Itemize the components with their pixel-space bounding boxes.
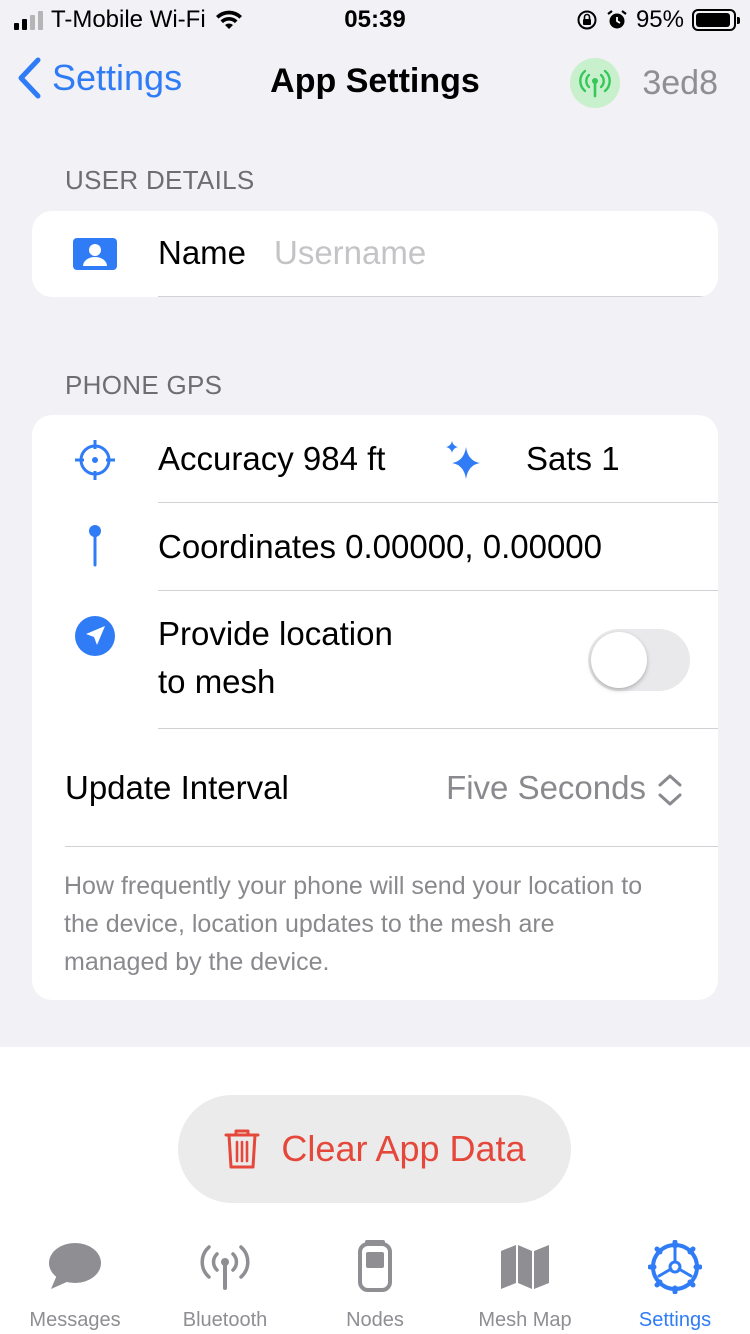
alarm-icon xyxy=(607,10,627,29)
tab-bluetooth[interactable]: Bluetooth xyxy=(150,1237,300,1334)
tab-label: Mesh Map xyxy=(478,1309,572,1331)
node-id: 3ed8 xyxy=(642,63,718,102)
gear-icon xyxy=(645,1237,705,1297)
battery-percent: 95% xyxy=(635,6,684,33)
chevron-up-down-icon xyxy=(658,774,682,806)
coordinates-label: Coordinates 0.00000, 0.00000 xyxy=(158,528,603,565)
map-pin-icon xyxy=(72,523,118,569)
trash-icon xyxy=(224,1129,260,1169)
provide-location-row: Provide location to mesh xyxy=(32,591,718,728)
status-bar: T-Mobile Wi-Fi 05:39 95% xyxy=(0,0,750,40)
tab-label: Messages xyxy=(29,1309,121,1331)
sparkles-icon xyxy=(446,441,480,479)
user-details-card: Name xyxy=(32,211,718,297)
tab-settings[interactable]: Settings xyxy=(600,1237,750,1334)
clear-app-data-button[interactable]: Clear App Data xyxy=(178,1095,571,1203)
provide-location-toggle[interactable] xyxy=(588,629,690,691)
crosshair-icon xyxy=(72,437,118,483)
update-interval-value: Five Seconds xyxy=(446,769,646,806)
phone-gps-card: Accuracy 984 ft Sats 1 Coordinates 0.000… xyxy=(32,415,718,1000)
rotation-lock-icon xyxy=(577,10,597,30)
navigation-bar: Settings App Settings 3ed8 xyxy=(0,50,750,120)
update-interval-note: How frequently your phone will send your… xyxy=(64,872,643,976)
name-row: Name xyxy=(32,211,718,297)
coordinates-row: Coordinates 0.00000, 0.00000 xyxy=(32,503,718,591)
battery-icon xyxy=(692,9,740,31)
location-arrow-icon xyxy=(72,613,118,659)
message-bubble-icon xyxy=(45,1237,105,1297)
accuracy-row: Accuracy 984 ft Sats 1 xyxy=(32,415,718,503)
node-status[interactable]: 3ed8 xyxy=(570,58,718,108)
tab-bar: Messages Bluetooth Nodes Mesh Map Settin… xyxy=(0,1237,750,1334)
provide-location-label-line1: Provide location xyxy=(158,615,393,652)
antenna-icon xyxy=(195,1237,255,1297)
connection-badge xyxy=(570,58,621,108)
clear-app-data-label: Clear App Data xyxy=(281,1128,526,1169)
tab-messages[interactable]: Messages xyxy=(0,1237,150,1334)
name-label: Name xyxy=(158,234,247,271)
phone-gps-header: PHONE GPS xyxy=(65,370,223,400)
provide-location-label-line2: to mesh xyxy=(158,663,276,700)
tab-label: Bluetooth xyxy=(182,1309,268,1331)
tab-label: Settings xyxy=(638,1309,712,1331)
status-right: 95% xyxy=(576,6,740,34)
bottom-area: Clear App Data Messages Bluetooth Nodes … xyxy=(0,1047,750,1334)
person-card-icon xyxy=(72,231,118,277)
map-icon xyxy=(495,1237,555,1297)
sats-label: Sats 1 xyxy=(526,440,620,477)
tab-nodes[interactable]: Nodes xyxy=(300,1237,450,1334)
accuracy-label: Accuracy 984 ft xyxy=(158,440,386,477)
tab-mesh-map[interactable]: Mesh Map xyxy=(450,1237,600,1334)
user-details-header: USER DETAILS xyxy=(65,165,255,195)
divider xyxy=(158,296,718,297)
update-interval-label: Update Interval xyxy=(65,769,289,806)
tab-label: Nodes xyxy=(346,1309,404,1331)
antenna-connected-icon xyxy=(579,69,612,98)
username-input[interactable] xyxy=(274,234,674,272)
toggle-knob xyxy=(591,632,647,688)
divider xyxy=(65,846,718,847)
update-interval-picker[interactable]: Update Interval Five Seconds xyxy=(32,729,718,847)
device-icon xyxy=(345,1237,405,1297)
